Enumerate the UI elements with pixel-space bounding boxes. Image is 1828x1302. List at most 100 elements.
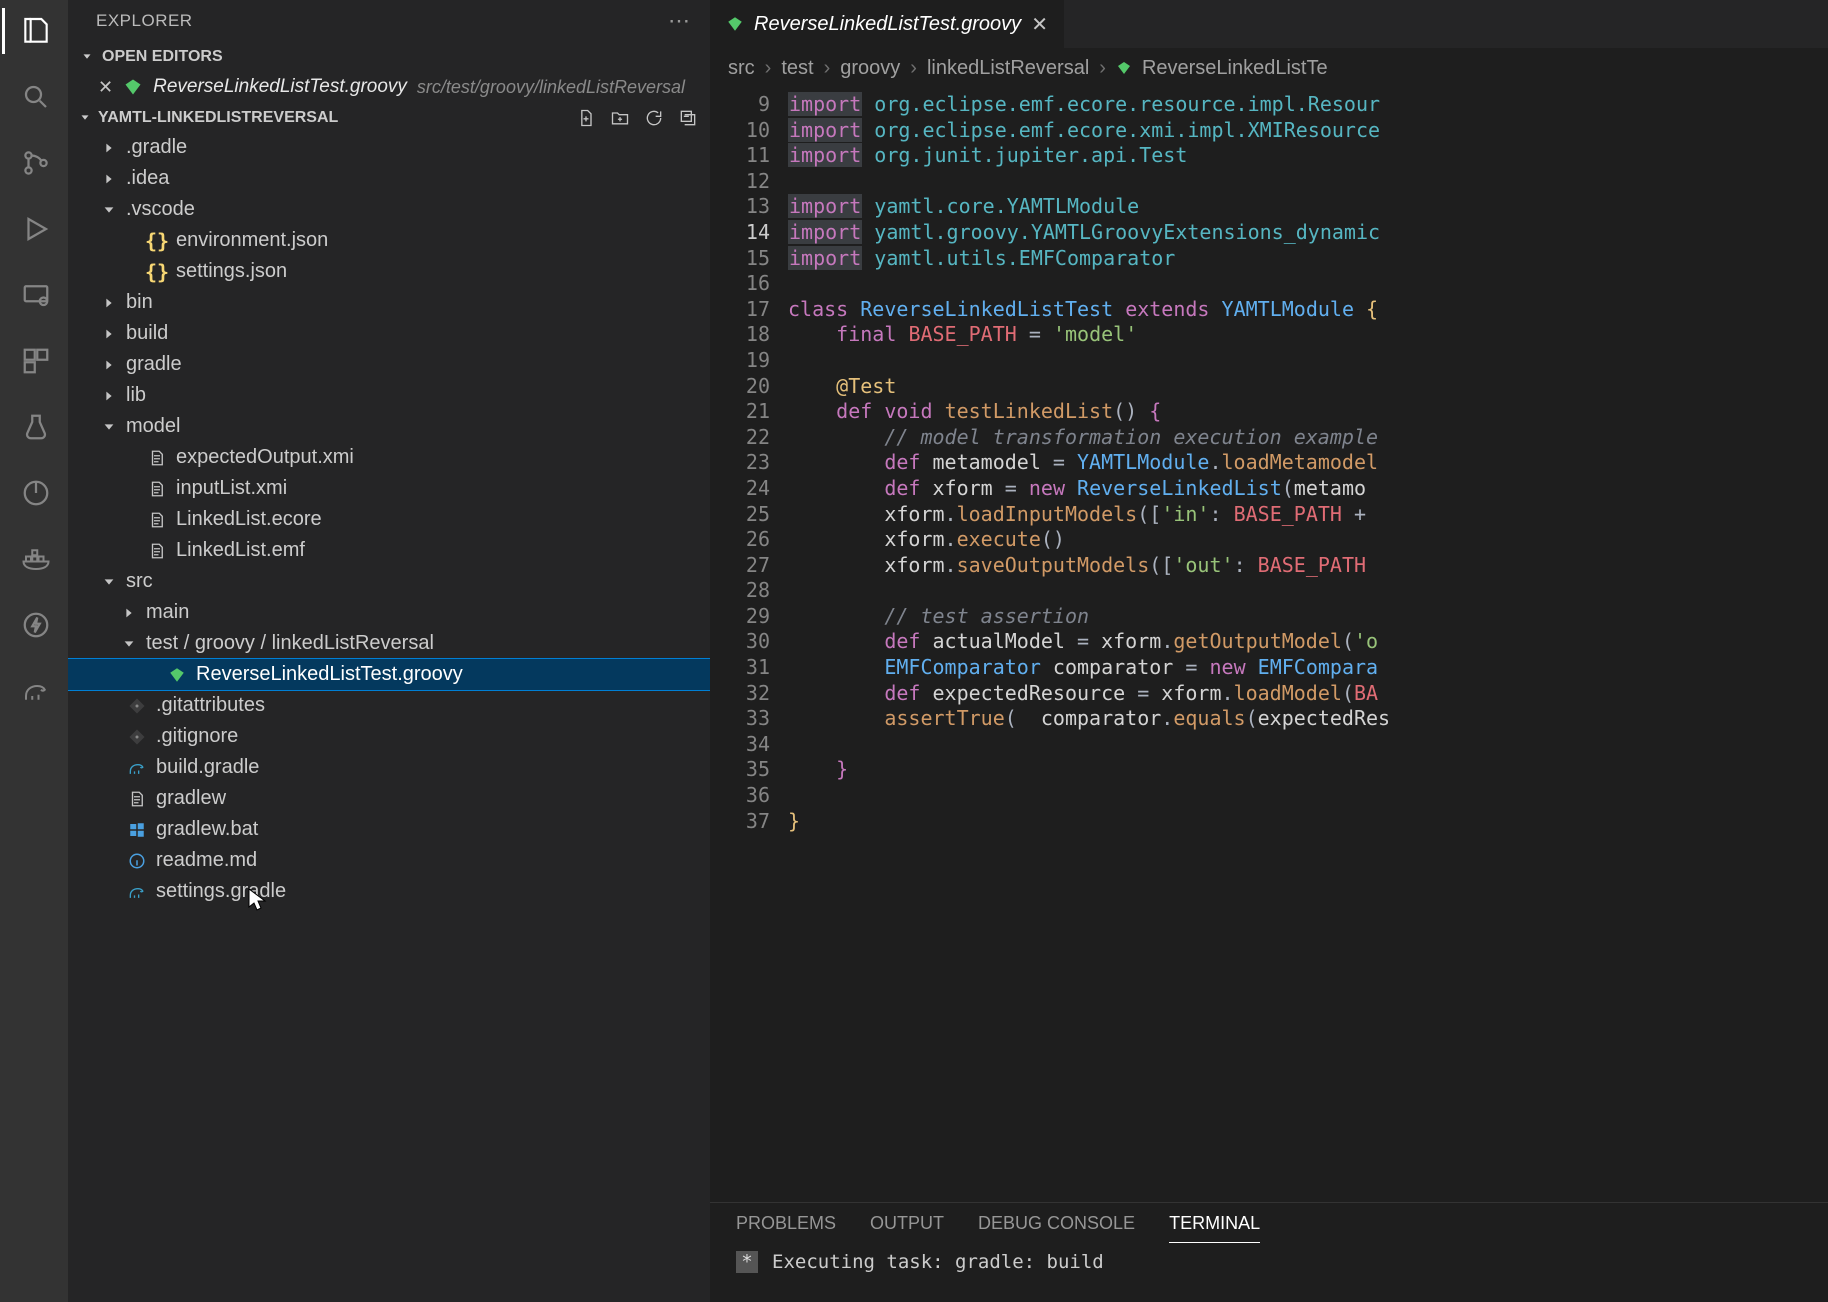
file-row[interactable]: ReverseLinkedListTest.groovy (68, 659, 710, 690)
folder-row[interactable]: .idea (68, 163, 710, 194)
breadcrumbs[interactable]: src›test›groovy›linkedListReversal›Rever… (710, 48, 1828, 88)
file-row[interactable]: .gitattributes (68, 690, 710, 721)
explorer-icon[interactable] (17, 12, 55, 50)
code-line[interactable]: class ReverseLinkedListTest extends YAMT… (788, 297, 1828, 323)
code-line[interactable]: def xform = new ReverseLinkedList(metamo (788, 476, 1828, 502)
code-line[interactable]: EMFComparator comparator = new EMFCompar… (788, 655, 1828, 681)
tab-label: ReverseLinkedListTest.groovy (754, 13, 1021, 36)
code-line[interactable] (788, 348, 1828, 374)
file-row[interactable]: LinkedList.emf (68, 535, 710, 566)
panel-tab-problems[interactable]: PROBLEMS (736, 1213, 836, 1243)
code-line[interactable]: def metamodel = YAMTLModule.loadMetamode… (788, 450, 1828, 476)
extensions-icon[interactable] (17, 342, 55, 380)
code-line[interactable]: def void testLinkedList() { (788, 399, 1828, 425)
code-line[interactable]: assertTrue( comparator.equals(expectedRe… (788, 706, 1828, 732)
sidebar-more-icon[interactable]: ⋯ (668, 8, 692, 34)
testing-icon[interactable] (17, 408, 55, 446)
panel-tab-output[interactable]: OUTPUT (870, 1213, 944, 1243)
file-row[interactable]: .gitignore (68, 721, 710, 752)
folder-row[interactable]: test / groovy / linkedListReversal (68, 628, 710, 659)
line-number: 28 (710, 578, 770, 604)
code-line[interactable]: xform.execute() (788, 527, 1828, 553)
open-editor-path: src/test/groovy/linkedListReversal (417, 77, 685, 98)
folder-row[interactable]: build (68, 318, 710, 349)
code-line[interactable] (788, 783, 1828, 809)
close-tab-icon[interactable]: ✕ (1031, 12, 1048, 37)
file-row[interactable]: readme.md (68, 845, 710, 876)
bolt-icon[interactable] (17, 606, 55, 644)
folder-row[interactable]: .vscode (68, 194, 710, 225)
code-line[interactable]: import yamtl.utils.EMFComparator (788, 246, 1828, 272)
file-row[interactable]: expectedOutput.xmi (68, 442, 710, 473)
project-root-section[interactable]: YAMTL-LINKEDLISTREVERSAL (68, 104, 710, 132)
breadcrumb-item[interactable]: groovy (840, 57, 900, 80)
folder-row[interactable]: model (68, 411, 710, 442)
tree-item-label: ReverseLinkedListTest.groovy (196, 663, 463, 686)
code-lines[interactable]: import org.eclipse.emf.ecore.resource.im… (788, 88, 1828, 1202)
code-line[interactable]: // model transformation execution exampl… (788, 425, 1828, 451)
source-control-icon[interactable] (17, 144, 55, 182)
collapse-all-icon[interactable] (678, 108, 698, 128)
tree-item-label: .gitignore (156, 725, 238, 748)
folder-row[interactable]: src (68, 566, 710, 597)
line-number: 9 (710, 92, 770, 118)
file-row[interactable]: gradlew (68, 783, 710, 814)
code-line[interactable]: } (788, 809, 1828, 835)
code-line[interactable]: xform.saveOutputModels(['out': BASE_PATH (788, 553, 1828, 579)
new-folder-icon[interactable] (610, 108, 630, 128)
file-row[interactable]: gradlew.bat (68, 814, 710, 845)
code-line[interactable]: def actualModel = xform.getOutputModel('… (788, 629, 1828, 655)
file-row[interactable]: build.gradle (68, 752, 710, 783)
folder-row[interactable]: .gradle (68, 132, 710, 163)
code-line[interactable]: } (788, 757, 1828, 783)
line-number: 26 (710, 527, 770, 553)
panel-tab-debug-console[interactable]: DEBUG CONSOLE (978, 1213, 1135, 1243)
code-line[interactable]: import org.eclipse.emf.ecore.resource.im… (788, 92, 1828, 118)
code-line[interactable] (788, 578, 1828, 604)
breadcrumb-item[interactable]: ReverseLinkedListTe (1142, 57, 1328, 80)
file-row[interactable]: settings.gradle (68, 876, 710, 907)
file-row[interactable]: {}settings.json (68, 256, 710, 287)
folder-row[interactable]: lib (68, 380, 710, 411)
code-line[interactable] (788, 732, 1828, 758)
panel-tab-terminal[interactable]: TERMINAL (1169, 1213, 1260, 1243)
code-editor[interactable]: 9101112131415161718192021222324252627282… (710, 88, 1828, 1202)
breadcrumb-item[interactable]: src (728, 57, 755, 80)
docker-icon[interactable] (17, 540, 55, 578)
file-row[interactable]: LinkedList.ecore (68, 504, 710, 535)
refresh-icon[interactable] (644, 108, 664, 128)
code-line[interactable]: import yamtl.core.YAMTLModule (788, 194, 1828, 220)
open-editor-item[interactable]: ✕ ReverseLinkedListTest.groovy src/test/… (68, 72, 710, 104)
code-line[interactable] (788, 169, 1828, 195)
code-line[interactable]: // test assertion (788, 604, 1828, 630)
code-line[interactable]: import org.eclipse.emf.ecore.xmi.impl.XM… (788, 118, 1828, 144)
remote-icon[interactable] (17, 276, 55, 314)
code-line[interactable]: xform.loadInputModels(['in': BASE_PATH + (788, 502, 1828, 528)
folder-row[interactable]: main (68, 597, 710, 628)
code-line[interactable]: import org.junit.jupiter.api.Test (788, 143, 1828, 169)
code-line[interactable]: final BASE_PATH = 'model' (788, 322, 1828, 348)
power-icon[interactable] (17, 474, 55, 512)
file-row[interactable]: {}environment.json (68, 225, 710, 256)
open-editors-section[interactable]: OPEN EDITORS (68, 42, 710, 72)
gradle-elephant-icon[interactable] (17, 672, 55, 710)
code-line[interactable]: def expectedResource = xform.loadModel(B… (788, 681, 1828, 707)
code-line[interactable]: import yamtl.groovy.YAMTLGroovyExtension… (788, 220, 1828, 246)
search-icon[interactable] (17, 78, 55, 116)
folder-row[interactable]: gradle (68, 349, 710, 380)
code-line[interactable] (788, 271, 1828, 297)
code-line[interactable]: @Test (788, 374, 1828, 400)
editor-tab[interactable]: ReverseLinkedListTest.groovy ✕ (710, 0, 1065, 48)
file-icon (146, 449, 168, 467)
breadcrumb-item[interactable]: linkedListReversal (927, 57, 1089, 80)
line-number: 12 (710, 169, 770, 195)
run-debug-icon[interactable] (17, 210, 55, 248)
new-file-icon[interactable] (576, 108, 596, 128)
tree-item-label: LinkedList.ecore (176, 508, 322, 531)
file-row[interactable]: inputList.xmi (68, 473, 710, 504)
terminal-body[interactable]: * Executing task: gradle: build (710, 1243, 1828, 1281)
folder-row[interactable]: bin (68, 287, 710, 318)
line-number: 35 (710, 757, 770, 783)
close-editor-icon[interactable]: ✕ (98, 77, 113, 98)
breadcrumb-item[interactable]: test (781, 57, 813, 80)
